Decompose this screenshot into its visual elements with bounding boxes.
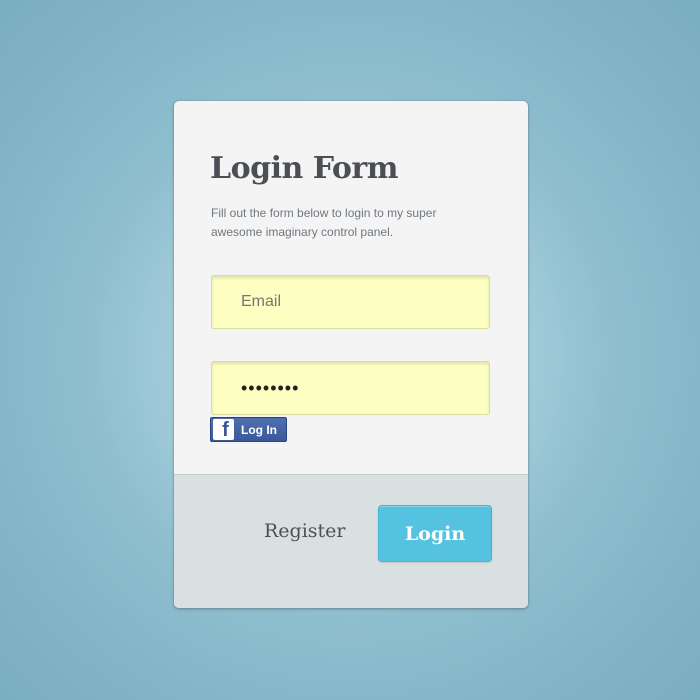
register-link[interactable]: Register bbox=[264, 520, 346, 542]
email-input[interactable] bbox=[211, 275, 490, 329]
login-card: Login Form Fill out the form below to lo… bbox=[174, 101, 528, 608]
password-input[interactable] bbox=[211, 361, 490, 415]
login-button[interactable]: Login bbox=[378, 505, 492, 562]
form-description: Fill out the form below to login to my s… bbox=[211, 206, 437, 239]
form-title: Login Form bbox=[210, 151, 398, 186]
facebook-login-label: Log In bbox=[241, 422, 277, 437]
form-footer: Register Login bbox=[174, 474, 528, 608]
facebook-login-button[interactable]: f Log In bbox=[210, 417, 287, 442]
facebook-icon: f bbox=[213, 419, 234, 440]
